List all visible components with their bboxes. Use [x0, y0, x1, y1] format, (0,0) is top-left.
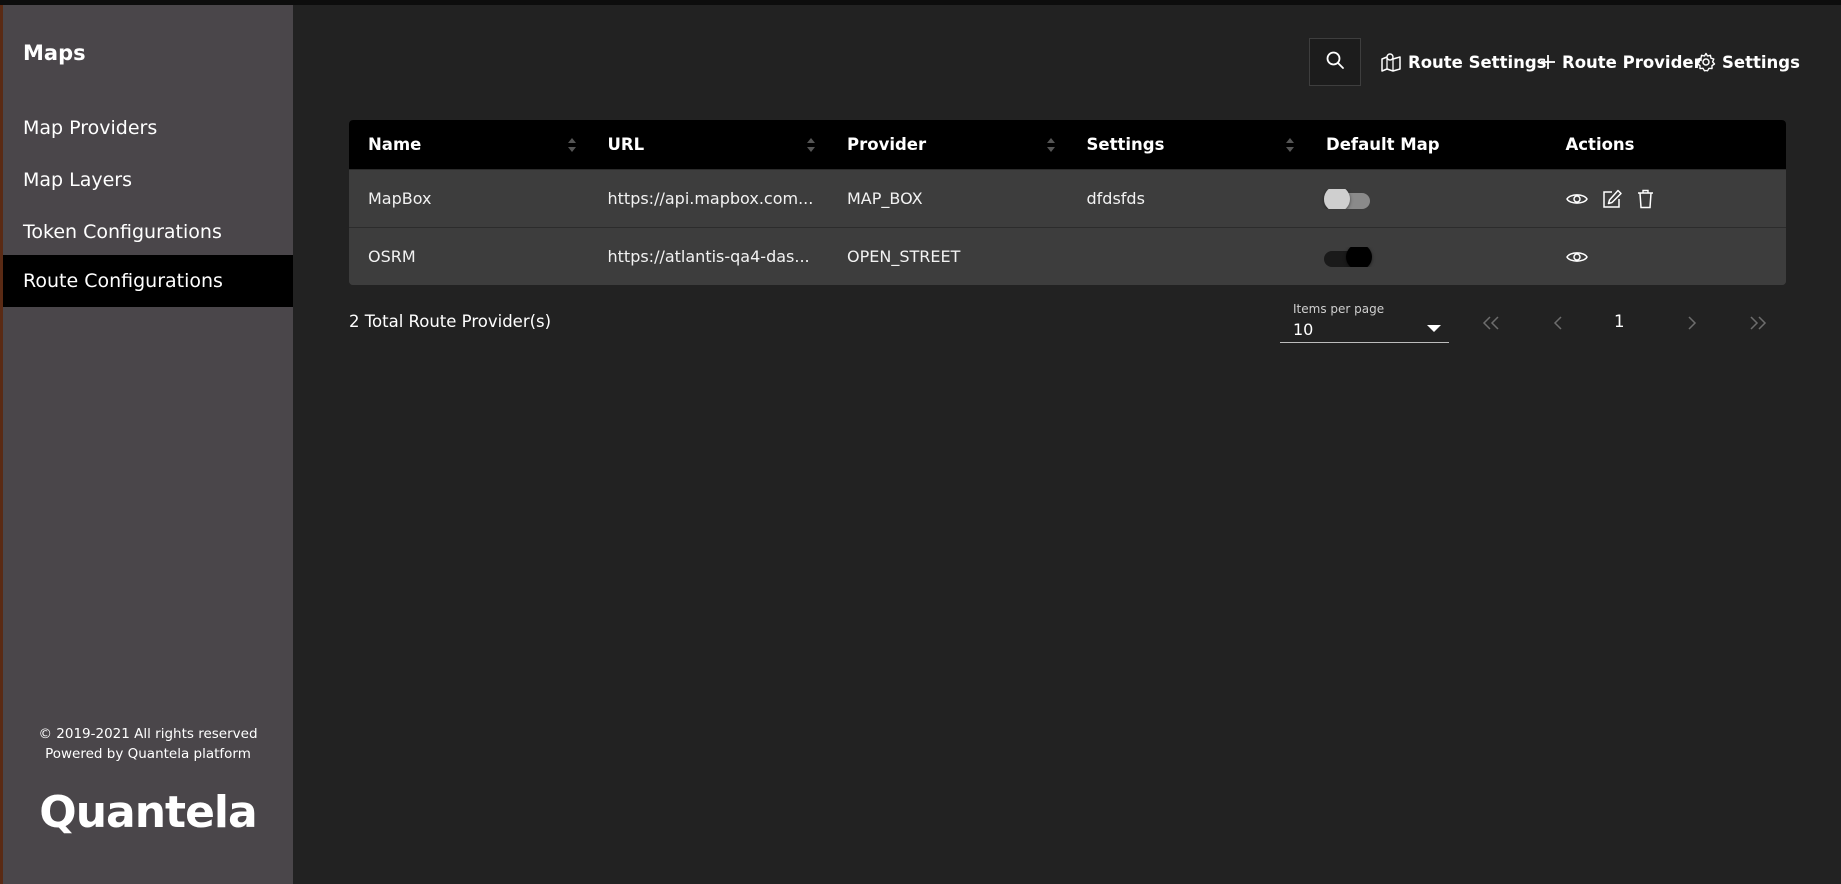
current-page-number: 1: [1614, 312, 1625, 331]
cell-provider: OPEN_STREET: [847, 247, 961, 266]
sidebar-item-token-configurations[interactable]: Token Configurations: [3, 206, 293, 258]
items-per-page-select[interactable]: Items per page 10: [1280, 300, 1449, 343]
gear-icon: [1696, 52, 1716, 72]
previous-page-button[interactable]: [1543, 310, 1573, 338]
route-settings-button[interactable]: Route Settings: [1380, 50, 1547, 74]
table-header: Name URL Provider Settings Default Map A…: [349, 120, 1786, 169]
double-chevron-left-icon: [1482, 315, 1500, 334]
default-map-toggle[interactable]: [1324, 188, 1372, 209]
settings-button[interactable]: Settings: [1696, 50, 1800, 74]
cell-actions: [1547, 249, 1787, 265]
next-page-button[interactable]: [1677, 310, 1707, 338]
sort-icon: [807, 138, 815, 152]
sidebar-item-map-providers[interactable]: Map Providers: [3, 102, 293, 154]
sidebar-item-route-configurations[interactable]: Route Configurations: [3, 255, 293, 307]
sidebar: Maps Map Providers Map Layers Token Conf…: [3, 5, 293, 884]
route-provider-label: Route Provider: [1562, 52, 1702, 72]
view-icon[interactable]: [1565, 191, 1588, 207]
cell-settings: dfdsfds: [1086, 189, 1145, 208]
quantela-logo: Quantela: [39, 787, 257, 838]
default-map-toggle[interactable]: [1324, 246, 1372, 267]
column-header-name[interactable]: Name: [349, 120, 589, 169]
powered-by-text: Powered by Quantela platform: [45, 746, 251, 762]
last-page-button[interactable]: [1743, 310, 1773, 338]
sort-icon: [1286, 138, 1294, 152]
route-settings-label: Route Settings: [1408, 52, 1547, 72]
map-icon: [1380, 52, 1402, 72]
column-header-actions: Actions: [1565, 135, 1635, 154]
sort-icon: [1046, 138, 1055, 152]
cell-url: https://api.mapbox.com...: [607, 189, 814, 208]
column-header-url[interactable]: URL: [589, 120, 829, 169]
cell-name: MapBox: [368, 189, 432, 208]
cell-default-map: [1307, 246, 1547, 267]
edit-icon[interactable]: [1602, 189, 1623, 209]
items-per-page-value: 10: [1293, 320, 1314, 339]
cell-default-map: [1307, 188, 1547, 209]
column-header-settings[interactable]: Settings: [1068, 120, 1308, 169]
total-count: 2 Total Route Provider(s): [349, 312, 552, 331]
table-row: MapBox https://api.mapbox.com... MAP_BOX…: [349, 169, 1786, 227]
sidebar-item-map-layers[interactable]: Map Layers: [3, 154, 293, 206]
chevron-left-icon: [1553, 315, 1563, 334]
delete-icon[interactable]: [1637, 189, 1654, 209]
cell-url: https://atlantis-qa4-das...: [607, 247, 810, 266]
route-providers-table: Name URL Provider Settings Default Map A…: [349, 120, 1786, 285]
items-per-page-label: Items per page: [1293, 302, 1385, 316]
chevron-down-icon: [1427, 325, 1441, 332]
sort-icon: [567, 138, 576, 152]
sidebar-title: Maps: [23, 41, 86, 65]
first-page-button[interactable]: [1476, 310, 1506, 338]
add-route-provider-button[interactable]: Route Provider: [1540, 50, 1702, 74]
search-button[interactable]: [1309, 38, 1361, 86]
cell-provider: MAP_BOX: [847, 189, 923, 208]
settings-label: Settings: [1722, 52, 1800, 72]
column-header-default-map: Default Map: [1326, 135, 1440, 154]
search-icon: [1325, 50, 1345, 74]
copyright-text: © 2019-2021 All rights reserved: [38, 726, 258, 742]
chevron-right-icon: [1687, 315, 1697, 334]
cell-actions: [1547, 189, 1787, 209]
cell-name: OSRM: [368, 247, 416, 266]
double-chevron-right-icon: [1749, 315, 1767, 334]
plus-icon: [1540, 54, 1556, 70]
view-icon[interactable]: [1565, 249, 1588, 265]
table-row: OSRM https://atlantis-qa4-das... OPEN_ST…: [349, 227, 1786, 285]
column-header-provider[interactable]: Provider: [828, 120, 1068, 169]
